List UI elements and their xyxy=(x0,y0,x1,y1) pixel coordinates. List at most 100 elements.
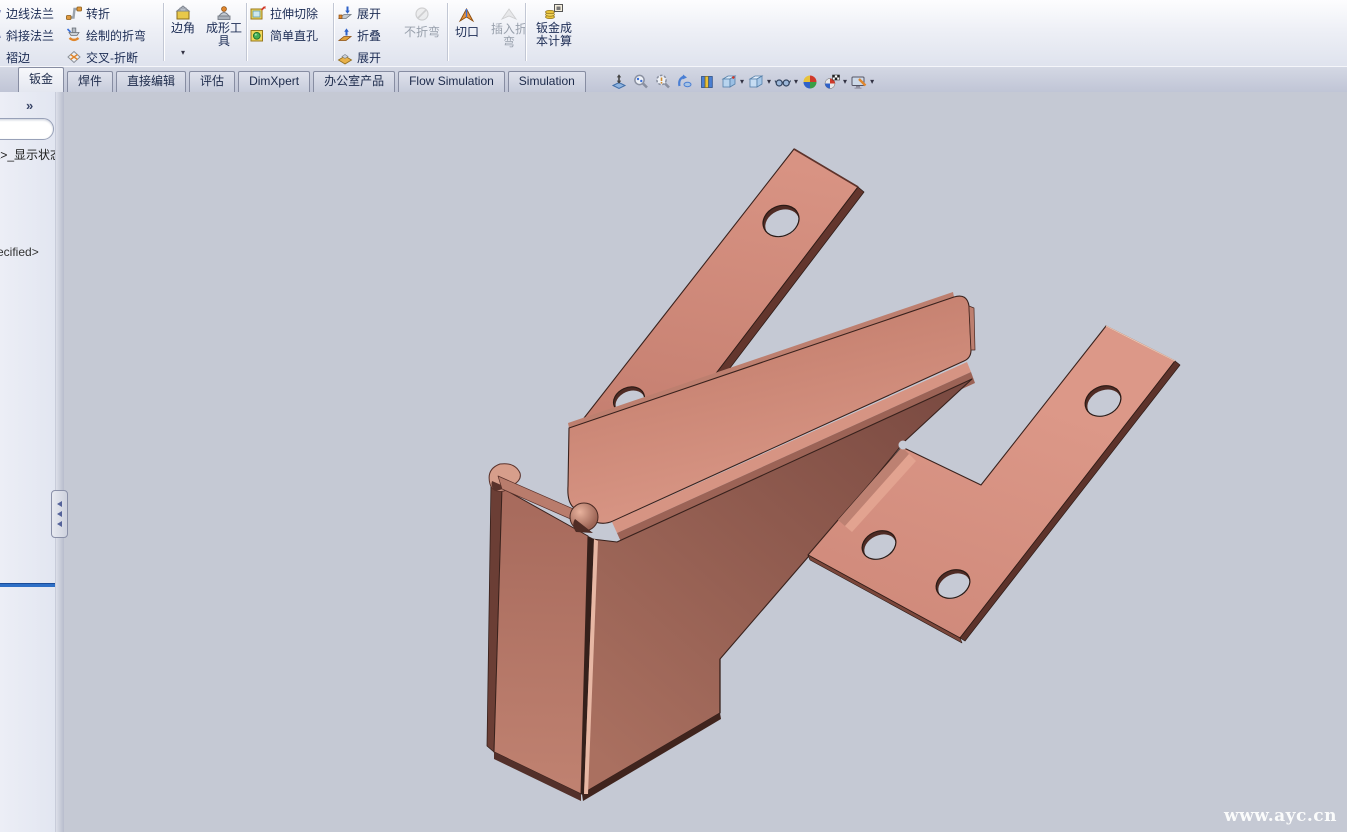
sheet-metal-cost-label-line2: 本计算 xyxy=(536,35,572,48)
panel-divider-line xyxy=(0,583,55,587)
sketched-bend-icon xyxy=(66,27,82,43)
forming-tools-button[interactable]: 成形工 具 xyxy=(202,4,246,48)
zoom-fit-button[interactable] xyxy=(608,72,629,93)
edge-flange-icon xyxy=(0,5,2,21)
view-settings-dropdown[interactable]: ▾ xyxy=(843,78,847,86)
hem-label: 褶边 xyxy=(6,49,30,66)
tab-sheet-metal[interactable]: 钣金 xyxy=(18,67,64,92)
cross-break-icon xyxy=(66,49,82,65)
feature-manager-panel: » t>_显示状态 ecified> xyxy=(0,92,55,832)
toolbar-separator xyxy=(525,3,526,61)
no-bends-button: 不折弯 xyxy=(400,5,444,39)
simple-hole-icon xyxy=(250,27,266,43)
apply-scene-icon xyxy=(801,73,819,91)
heads-up-view-toolbar: ▾ ▾ ▾ xyxy=(608,70,874,94)
flatten-label: 展开 xyxy=(357,49,381,66)
extruded-cut-button[interactable]: 拉伸切除 xyxy=(250,3,318,23)
hide-show-items-icon xyxy=(774,73,792,91)
fold-icon xyxy=(337,27,353,43)
zoom-area-button[interactable] xyxy=(630,72,651,93)
forming-tools-icon xyxy=(214,4,234,22)
hide-show-items-button[interactable] xyxy=(772,72,793,93)
rip-button[interactable]: 切口 xyxy=(450,5,484,39)
zoom-in-out-button[interactable] xyxy=(652,72,673,93)
simple-hole-button[interactable]: 简单直孔 xyxy=(250,25,318,45)
panel-expand-chevron[interactable]: » xyxy=(26,98,33,113)
jog-button[interactable]: 转折 xyxy=(66,3,110,23)
rotate-view-icon xyxy=(676,73,694,91)
fold-button[interactable]: 折叠 xyxy=(337,25,381,45)
tab-flow-simulation[interactable]: Flow Simulation xyxy=(398,71,505,92)
hide-show-items-dropdown[interactable]: ▾ xyxy=(794,78,798,86)
display-style-dropdown[interactable]: ▾ xyxy=(767,78,771,86)
toolbar-separator xyxy=(163,3,164,61)
no-bends-icon xyxy=(413,5,431,23)
flatten-icon xyxy=(337,49,353,65)
rip-label: 切口 xyxy=(455,26,479,39)
corner-dropdown-arrow[interactable]: ▾ xyxy=(181,49,185,57)
edit-appearance-dropdown[interactable]: ▾ xyxy=(870,78,874,86)
hem-button[interactable]: 褶边 xyxy=(0,47,30,67)
apply-scene-button[interactable] xyxy=(799,72,820,93)
solidworks-window: 边线法兰 斜接法兰 褶边 转折 绘制的折弯 xyxy=(0,0,1347,832)
tab-simulation[interactable]: Simulation xyxy=(508,71,586,92)
graphics-viewport[interactable]: www.ayc.cn xyxy=(64,92,1347,832)
display-style-icon xyxy=(747,73,765,91)
edge-flange-label: 边线法兰 xyxy=(6,5,54,22)
panel-splitter-handle[interactable] xyxy=(51,490,68,538)
bend-relief-notch xyxy=(899,441,908,450)
extruded-cut-icon xyxy=(250,5,266,21)
watermark: www.ayc.cn xyxy=(1224,806,1337,826)
sheet-metal-cost-button[interactable]: 钣金成 本计算 xyxy=(530,2,578,48)
simple-hole-label: 简单直孔 xyxy=(270,27,318,44)
panel-filter-box[interactable] xyxy=(0,118,54,140)
cross-break-label: 交叉-折断 xyxy=(86,49,138,66)
cross-break-button[interactable]: 交叉-折断 xyxy=(66,47,138,67)
hem-icon xyxy=(0,49,2,65)
collapse-arrow-icon xyxy=(57,511,62,517)
ribbon-toolbar: 边线法兰 斜接法兰 褶边 转折 绘制的折弯 xyxy=(0,0,1347,67)
view-orientation-dropdown[interactable]: ▾ xyxy=(740,78,744,86)
display-state-text: t>_显示状态 xyxy=(0,146,55,163)
extruded-cut-label: 拉伸切除 xyxy=(270,5,318,22)
rotate-view-button[interactable] xyxy=(674,72,695,93)
rip-icon xyxy=(457,5,477,23)
fold-label: 折叠 xyxy=(357,27,381,44)
jog-icon xyxy=(66,5,82,21)
zoom-area-icon xyxy=(632,73,650,91)
toolbar-separator xyxy=(246,3,247,61)
collapse-arrow-icon xyxy=(57,521,62,527)
tab-evaluate[interactable]: 评估 xyxy=(189,71,235,92)
zoom-in-out-icon xyxy=(654,73,672,91)
toolbar-separator xyxy=(333,3,334,61)
miter-flange-button[interactable]: 斜接法兰 xyxy=(0,25,54,45)
model-sheet-metal-part xyxy=(487,149,1180,801)
tab-weldments[interactable]: 焊件 xyxy=(67,71,113,92)
display-style-button[interactable] xyxy=(745,72,766,93)
view-settings-button[interactable] xyxy=(821,72,842,93)
corner-button[interactable]: 边角 ▾ xyxy=(165,2,201,57)
sketched-bend-button[interactable]: 绘制的折弯 xyxy=(66,25,146,45)
tab-direct-editing[interactable]: 直接编辑 xyxy=(116,71,186,92)
sketched-bend-label: 绘制的折弯 xyxy=(86,27,146,44)
collapse-arrow-icon xyxy=(57,501,62,507)
sheet-metal-cost-icon xyxy=(544,2,564,20)
jog-label: 转折 xyxy=(86,5,110,22)
flatten-button[interactable]: 展开 xyxy=(337,47,381,67)
tab-office-products[interactable]: 办公室产品 xyxy=(313,71,395,92)
corner-icon xyxy=(173,2,193,22)
miter-flange-icon xyxy=(0,27,2,43)
unfold-button[interactable]: 展开 xyxy=(337,3,381,23)
edit-appearance-button[interactable] xyxy=(848,72,869,93)
view-orientation-button[interactable] xyxy=(718,72,739,93)
view-settings-icon xyxy=(823,73,841,91)
unfold-label: 展开 xyxy=(357,5,381,22)
edit-appearance-icon xyxy=(850,73,868,91)
view-orientation-icon xyxy=(720,73,738,91)
toolbar-separator xyxy=(447,3,448,61)
forming-tools-label-line2: 具 xyxy=(218,35,230,48)
section-view-button[interactable] xyxy=(696,72,717,93)
viewport-3d[interactable] xyxy=(64,92,1347,832)
edge-flange-button[interactable]: 边线法兰 xyxy=(0,3,54,23)
tab-dimxpert[interactable]: DimXpert xyxy=(238,71,310,92)
